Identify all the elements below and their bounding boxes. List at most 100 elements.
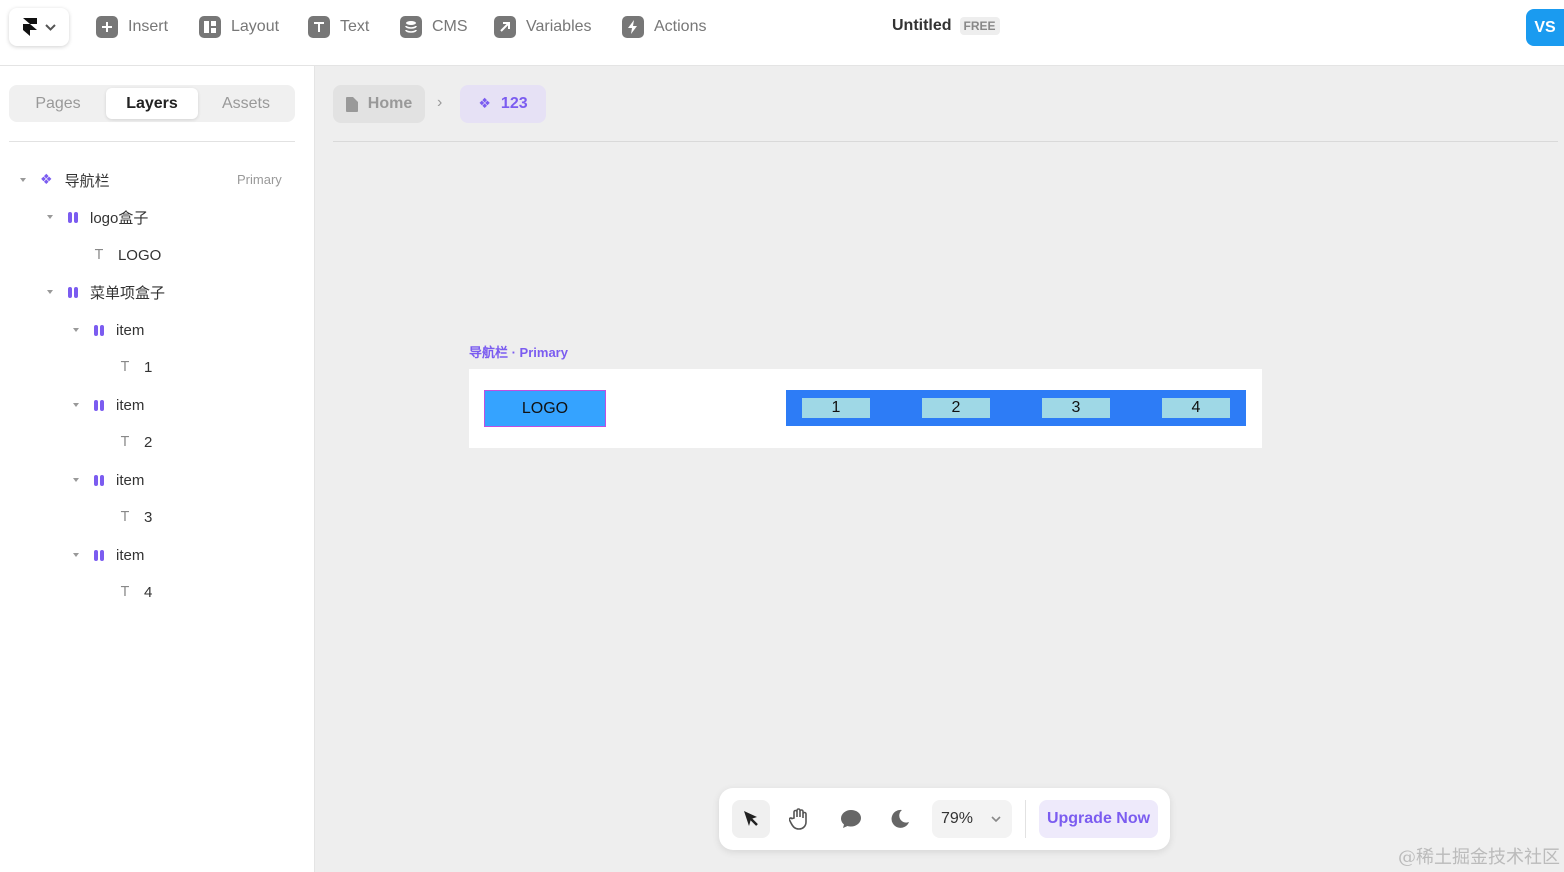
layer-item-text[interactable]: T 1 — [121, 355, 152, 379]
text-layer-icon: T — [121, 584, 129, 600]
theme-toggle-button[interactable] — [881, 800, 919, 838]
page-icon — [345, 96, 358, 112]
layer-item-text[interactable]: T 3 — [121, 505, 152, 529]
toolbar-divider — [1025, 800, 1026, 838]
sidebar-divider — [9, 141, 295, 142]
expand-caret-icon[interactable] — [20, 178, 26, 182]
lightning-icon — [622, 16, 644, 38]
layer-item-logo-box[interactable]: logo盒子 — [47, 205, 148, 229]
chevron-down-icon — [991, 816, 1001, 822]
hand-tool-button[interactable] — [780, 800, 818, 838]
text-layer-icon: T — [121, 434, 129, 450]
upgrade-button[interactable]: Upgrade Now — [1039, 800, 1158, 838]
menu-item[interactable]: 1 — [802, 398, 870, 418]
zoom-select[interactable]: 79% — [932, 800, 1012, 838]
comment-tool-button[interactable] — [832, 800, 870, 838]
bottom-toolbar: 79% Upgrade Now — [719, 788, 1170, 850]
tab-pages[interactable]: Pages — [12, 88, 104, 119]
variables-menu[interactable]: Variables — [494, 15, 592, 39]
stack-frame-icon — [68, 286, 78, 298]
menu-item[interactable]: 2 — [922, 398, 990, 418]
frame-label[interactable]: 导航栏 · Primary — [469, 342, 568, 361]
layer-label: 菜单项盒子 — [90, 284, 166, 302]
insert-menu[interactable]: Insert — [96, 15, 168, 39]
layout-icon — [199, 16, 221, 38]
layer-item-navbar[interactable]: ❖ 导航栏 — [20, 168, 110, 192]
layer-label: 3 — [143, 508, 153, 526]
expand-caret-icon[interactable] — [73, 478, 79, 482]
layer-label: 2 — [143, 433, 153, 451]
layer-item-text[interactable]: T 4 — [121, 580, 152, 604]
layer-item-item[interactable]: item — [73, 468, 144, 492]
cms-label: CMS — [432, 18, 468, 35]
sidebar-tabs: Pages Layers Assets — [9, 85, 295, 122]
plus-square-icon — [96, 16, 118, 38]
text-menu[interactable]: Text — [308, 15, 369, 39]
text-label: Text — [340, 18, 370, 35]
layout-menu[interactable]: Layout — [199, 15, 279, 39]
menu-box[interactable]: 1 2 3 4 — [786, 390, 1246, 426]
layer-label: logo盒子 — [90, 209, 149, 227]
layer-item-item[interactable]: item — [73, 543, 144, 567]
variant-tag: Primary — [237, 172, 282, 187]
cursor-icon — [744, 811, 758, 826]
variables-label: Variables — [526, 18, 592, 35]
text-layer-icon: T — [121, 359, 129, 375]
document-title-text: Untitled — [892, 17, 952, 34]
select-tool-button[interactable] — [732, 800, 770, 838]
layer-label: 4 — [143, 583, 153, 601]
navbar-frame[interactable]: LOGO 1 2 3 4 — [469, 369, 1262, 448]
top-toolbar: Insert Layout Text CMS Variables Actions… — [0, 0, 1564, 66]
layer-item-item[interactable]: item — [73, 318, 144, 342]
stack-frame-icon — [94, 549, 104, 561]
layers-sidebar: Pages Layers Assets ❖ 导航栏 Primary logo盒子… — [0, 66, 315, 872]
component-icon: ❖ — [478, 96, 491, 112]
layer-item-text[interactable]: T 2 — [121, 430, 152, 454]
layer-label: item — [116, 471, 145, 489]
chevron-right-icon: › — [437, 94, 443, 111]
layer-item-logo-text[interactable]: T LOGO — [95, 243, 161, 267]
breadcrumb-home-label: Home — [367, 95, 413, 112]
canvas-divider — [333, 141, 1558, 142]
actions-label: Actions — [654, 18, 707, 35]
breadcrumb-component[interactable]: ❖ 123 — [460, 85, 546, 123]
framer-logo-icon — [22, 18, 37, 36]
document-title[interactable]: Untitled FREE — [892, 17, 1000, 35]
text-layer-icon: T — [95, 247, 103, 263]
layer-label: 1 — [143, 358, 153, 376]
stack-frame-icon — [94, 399, 104, 411]
text-layer-icon: T — [121, 509, 129, 525]
layout-label: Layout — [231, 18, 280, 35]
expand-caret-icon[interactable] — [73, 328, 79, 332]
layer-item-menu-box[interactable]: 菜单项盒子 — [47, 280, 165, 304]
menu-item[interactable]: 4 — [1162, 398, 1230, 418]
logo-box[interactable]: LOGO — [484, 390, 606, 427]
component-icon: ❖ — [40, 172, 53, 188]
menu-item[interactable]: 3 — [1042, 398, 1110, 418]
database-icon — [400, 16, 422, 38]
tab-layers[interactable]: Layers — [106, 88, 198, 119]
user-avatar[interactable]: VS — [1526, 9, 1564, 46]
app-menu-button[interactable] — [9, 8, 69, 46]
expand-caret-icon[interactable] — [73, 553, 79, 557]
expand-caret-icon[interactable] — [47, 290, 53, 294]
cms-menu[interactable]: CMS — [400, 15, 468, 39]
insert-label: Insert — [128, 18, 169, 35]
expand-caret-icon[interactable] — [47, 215, 53, 219]
arrow-up-right-icon — [494, 16, 516, 38]
stack-frame-icon — [68, 211, 78, 223]
expand-caret-icon[interactable] — [73, 403, 79, 407]
layer-label: item — [116, 321, 145, 339]
chevron-down-icon — [44, 23, 56, 31]
breadcrumb-home[interactable]: Home — [333, 85, 425, 123]
actions-menu[interactable]: Actions — [622, 15, 706, 39]
moon-icon — [891, 809, 909, 828]
layer-label: 导航栏 — [64, 172, 110, 190]
layer-label: item — [116, 396, 145, 414]
breadcrumb-component-label: 123 — [500, 95, 528, 112]
hand-icon — [789, 808, 807, 830]
layer-label: LOGO — [117, 246, 162, 264]
layer-item-item[interactable]: item — [73, 393, 144, 417]
text-t-icon — [308, 16, 330, 38]
tab-assets[interactable]: Assets — [200, 88, 292, 119]
